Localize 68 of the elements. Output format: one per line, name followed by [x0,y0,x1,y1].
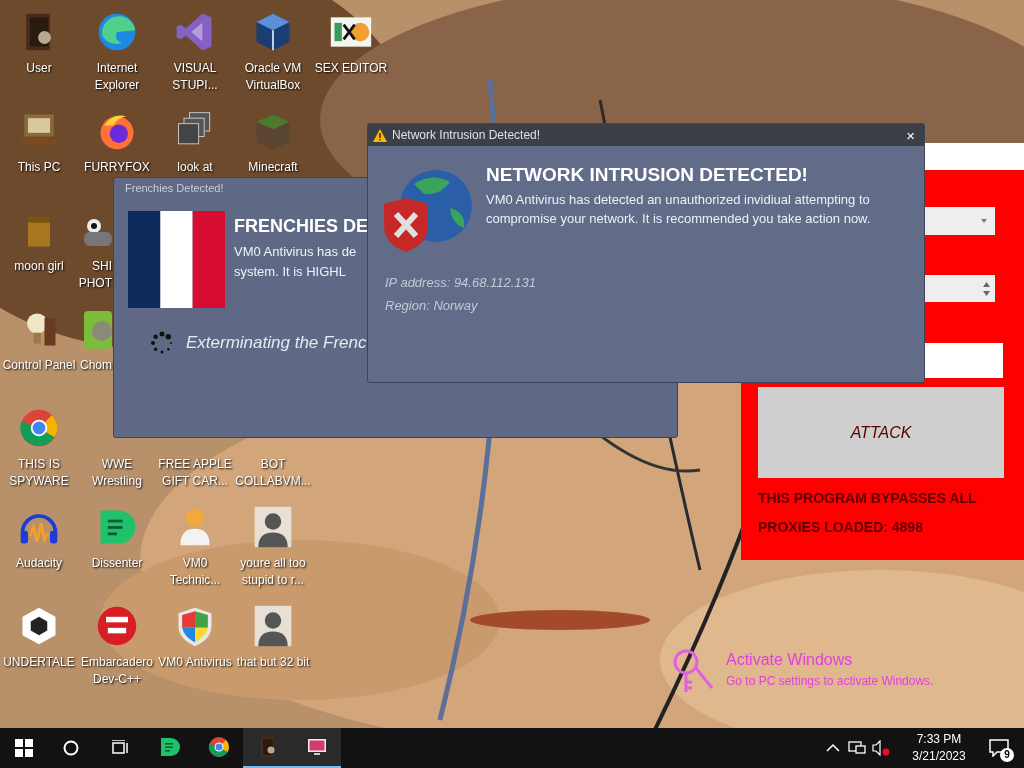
network-icon[interactable] [848,740,866,756]
desktop-icon[interactable]: Internet Explorer [79,2,155,94]
icon-label: SEX EDITOR [313,60,389,77]
taskbar-app[interactable] [243,728,292,768]
notification-count: 9 [1000,748,1014,762]
loading-spinner-icon [150,330,174,355]
icon-label: User [25,60,53,77]
icon-label: Internet Explorer [93,60,141,94]
desktop-icon[interactable]: Minecraft [235,101,311,176]
icon-label: VM0 Technic... [168,555,222,589]
window-title: Frenchies Detected! [124,181,225,196]
icon-label: that but 32 bit [235,654,311,671]
task-view-icon[interactable] [111,740,129,756]
warning-icon [373,128,387,142]
alert-message: VM0 Antivirus has detected an unauthorized invidiual attempting to compromise your network. It is recommended you take action now. [486,190,872,228]
desktop-icon[interactable]: This PC [1,101,77,176]
icon-label: Audacity [15,555,63,572]
icon-label: Chom [80,357,112,374]
icon-label: SHI PHOT [78,258,112,292]
number-field[interactable] [925,275,995,302]
desktop-icon[interactable]: Oracle VM VirtualBox [235,2,311,94]
taskbar-app[interactable] [292,728,341,768]
icon-label: VM0 Antivirus [157,654,233,671]
icon-label: Oracle VM VirtualBox [243,60,303,94]
attack-button[interactable]: ATTACK [758,387,1004,478]
progress-text: Exterminating the Frenc [186,332,367,354]
icon-label: This PC [16,159,62,176]
clock[interactable]: 7:33 PM 3/21/2023 [904,731,974,765]
caret-icon [981,219,987,223]
desktop-icon[interactable]: moon girl [1,200,77,275]
icon-label: Minecraft [247,159,299,176]
alert-heading: FRENCHIES DE [234,215,368,238]
alert-message-line: system. It is HIGHL [234,263,346,281]
icon-label: look at [176,159,214,176]
muted-speaker-icon[interactable] [872,740,890,756]
close-button[interactable]: × [906,127,915,143]
desktop-icon[interactable]: SEX EDITOR [313,2,389,77]
icon-label: moon girl [13,258,65,275]
devcpp-icon [95,604,139,648]
desktop-icon[interactable]: SHI PHOT [78,200,112,292]
icon-label: FURRYFOX [83,159,151,176]
window-title: Network Intrusion Detected! [392,127,541,144]
icon-label: youre all too stupid to r... [239,555,307,589]
activation-message: Go to PC settings to activate Windows. [726,673,934,690]
chrome-icon [206,735,231,759]
icon-label: Dissenter [90,555,144,572]
search-icon[interactable] [63,740,79,756]
desktop-icon[interactable]: look at [157,101,233,176]
alert-heading: NETWORK INTRUSION DETECTED! [486,163,809,187]
start-button[interactable] [15,739,33,757]
icon-label: UNDERTALE [2,654,76,671]
icon-label: Control Panel [1,357,77,374]
desktop-icon[interactable]: User [1,2,77,77]
flag-icon [128,211,225,308]
spinner-arrows-icon[interactable] [982,279,991,298]
alert-message-line: VM0 Antivirus has de [234,243,357,261]
icon-label: VISUAL STUPI... [171,60,219,94]
desktop-icon[interactable]: FURRYFOX [79,101,155,176]
detail-text: Region: Norway [385,296,479,315]
message-field[interactable] [925,343,1003,378]
activation-title: Activate Windows [726,650,854,670]
notice-text: THIS PROGRAM BYPASSES ALL [758,489,978,508]
chevron-up-icon[interactable] [826,743,840,753]
icon-label: THIS IS SPYWARE [8,456,70,490]
detail-text: IP address: 94.68.112.131 [385,274,537,292]
icon-label: Embarcadero Dev-C++ [79,654,154,688]
desktop-icon[interactable]: VISUAL STUPI... [157,2,233,94]
notice-text: PROXIES LOADED: 4898 [758,518,924,537]
